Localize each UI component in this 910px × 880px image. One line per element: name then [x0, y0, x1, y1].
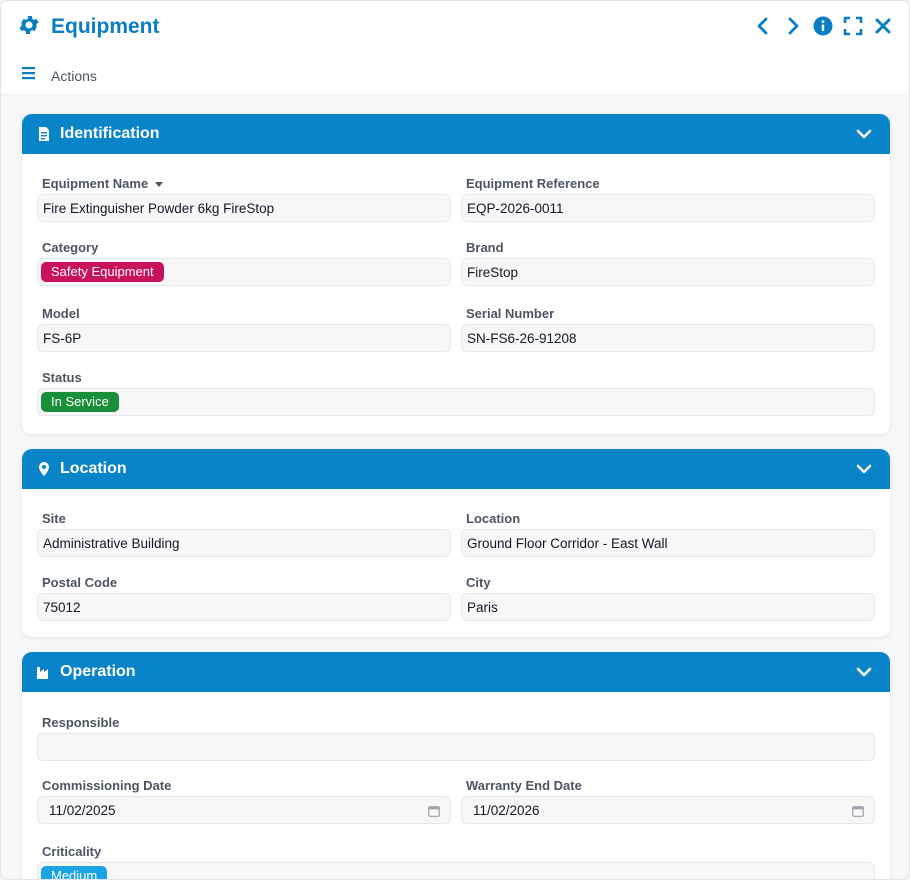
section-header-location[interactable]: Location	[22, 449, 890, 489]
field-label: Status	[42, 370, 82, 385]
field-label: Criticality	[42, 844, 102, 859]
chevron-down-icon[interactable]	[856, 664, 872, 680]
section-title: Operation	[60, 663, 136, 680]
city-input[interactable]: Paris	[461, 593, 875, 621]
title-row: Equipment	[17, 13, 160, 41]
warranty-end-date-input[interactable]: 11/02/2026	[461, 796, 875, 824]
caret-down-icon[interactable]	[154, 179, 164, 189]
document-icon	[36, 126, 52, 142]
field-label: Location	[466, 511, 521, 526]
factory-icon	[36, 664, 52, 680]
status-select[interactable]: In Service	[37, 388, 875, 416]
expand-icon[interactable]	[843, 15, 863, 37]
status-badge: In Service	[41, 392, 119, 412]
date-value: 11/02/2025	[49, 802, 116, 818]
section-identification: Identification Equipment Name Fire Extin…	[22, 114, 890, 434]
equipment-reference-input[interactable]: EQP-2026-0011	[461, 194, 875, 222]
equipment-window: Equipment Actions Identification Equipme…	[0, 0, 910, 880]
criticality-select[interactable]: Medium	[37, 862, 875, 879]
field-label: Model	[42, 306, 80, 321]
date-value: 11/02/2026	[473, 802, 540, 818]
section-header-identification[interactable]: Identification	[22, 114, 890, 154]
section-title: Identification	[60, 125, 160, 142]
chevron-down-icon[interactable]	[856, 126, 872, 142]
field-label: Site	[42, 511, 66, 526]
serial-number-input[interactable]: SN-FS6-26-91208	[461, 324, 875, 352]
window-actions	[753, 15, 893, 37]
chevron-right-icon[interactable]	[783, 15, 803, 37]
field-label: City	[466, 575, 491, 590]
chevron-left-icon[interactable]	[753, 15, 773, 37]
location-input[interactable]: Ground Floor Corridor - East Wall	[461, 529, 875, 557]
section-location: Location Site Administrative Building Lo…	[22, 449, 890, 637]
postal-code-input[interactable]: 75012	[37, 593, 451, 621]
calendar-icon[interactable]	[428, 805, 440, 817]
close-icon[interactable]	[873, 15, 893, 37]
hamburger-icon[interactable]	[21, 65, 37, 86]
site-input[interactable]: Administrative Building	[37, 529, 451, 557]
gear-icon	[17, 13, 41, 42]
category-select[interactable]: Safety Equipment	[37, 258, 451, 286]
actions-menu[interactable]: Actions	[21, 65, 97, 86]
info-icon[interactable]	[813, 15, 833, 37]
category-tag: Safety Equipment	[41, 262, 164, 282]
equipment-name-input[interactable]: Fire Extinguisher Powder 6kg FireStop	[37, 194, 451, 222]
field-label: Equipment Reference	[466, 176, 600, 191]
window-header: Equipment Actions	[1, 1, 909, 93]
page-title: Equipment	[51, 15, 160, 38]
field-label: Warranty End Date	[466, 778, 582, 793]
section-header-operation[interactable]: Operation	[22, 652, 890, 692]
field-label: Serial Number	[466, 306, 555, 321]
model-input[interactable]: FS-6P	[37, 324, 451, 352]
chevron-down-icon[interactable]	[856, 461, 872, 477]
field-label: Equipment Name	[42, 176, 149, 191]
criticality-tag: Medium	[41, 866, 108, 879]
commissioning-date-input[interactable]: 11/02/2025	[37, 796, 451, 824]
brand-input[interactable]: FireStop	[461, 258, 875, 286]
field-label: Postal Code	[42, 575, 118, 590]
map-pin-icon	[36, 461, 52, 477]
section-title: Location	[60, 460, 127, 477]
field-label: Commissioning Date	[42, 778, 172, 793]
field-label: Category	[42, 240, 99, 255]
responsible-input[interactable]	[37, 733, 875, 761]
field-label: Brand	[466, 240, 504, 255]
calendar-icon[interactable]	[852, 805, 864, 817]
actions-label[interactable]: Actions	[51, 68, 97, 84]
section-operation: Operation Responsible Commissioning Date…	[22, 652, 890, 879]
field-label: Responsible	[42, 715, 120, 730]
